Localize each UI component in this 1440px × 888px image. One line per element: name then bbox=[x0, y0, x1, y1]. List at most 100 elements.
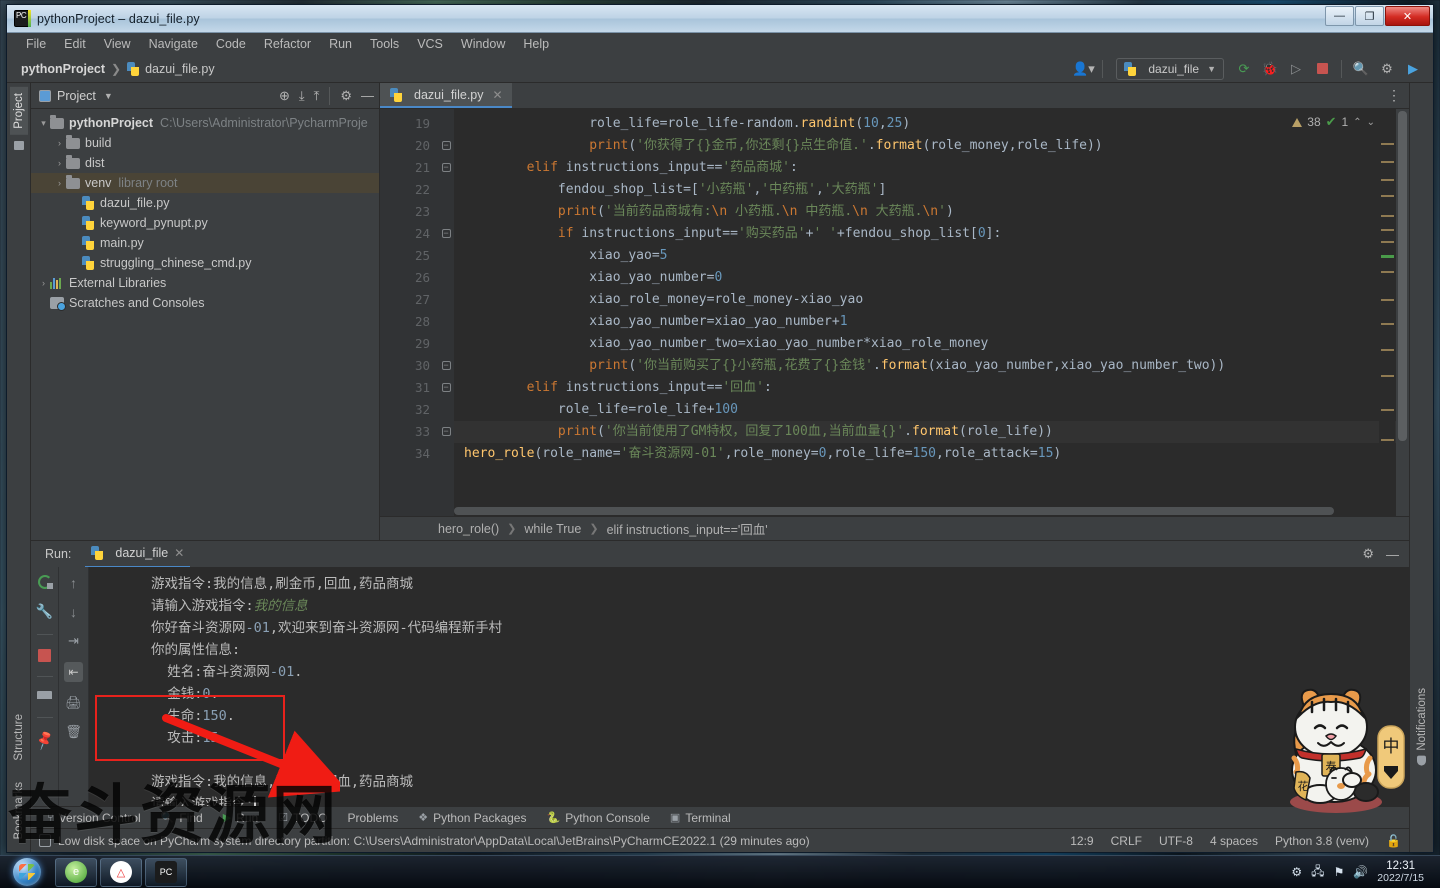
sidebar-item-bookmarks[interactable]: Bookmarks bbox=[10, 776, 28, 846]
code-line[interactable]: role_life=role_life+100 bbox=[454, 399, 1409, 421]
gear-icon[interactable]: ⚙ bbox=[340, 88, 352, 104]
locate-icon[interactable]: ⊕ bbox=[279, 88, 290, 104]
flag-icon[interactable]: ⚑ bbox=[1334, 865, 1345, 879]
expand-arrow-icon[interactable]: ▾ bbox=[37, 118, 50, 129]
hscrollbar-thumb[interactable] bbox=[454, 507, 1334, 515]
maximize-button[interactable]: ❐ bbox=[1355, 6, 1384, 26]
line-separator[interactable]: CRLF bbox=[1111, 834, 1142, 848]
inspection-widget[interactable]: 38 ✔ 1 ⌃ ⌄ bbox=[1292, 114, 1375, 130]
code-line[interactable]: fendou_shop_list=['小药瓶','中药瓶','大药瓶'] bbox=[454, 179, 1409, 201]
fold-marker-icon[interactable]: − bbox=[438, 421, 454, 443]
console-output[interactable]: 游戏指令:我的信息,刷金币,回血,药品商城 请输入游戏指令:我的信息 你好奋斗资源网… bbox=[89, 567, 1409, 806]
python-interpreter[interactable]: Python 3.8 (venv) bbox=[1275, 834, 1369, 848]
minimize-button[interactable]: — bbox=[1325, 6, 1354, 26]
soft-wrap-icon[interactable]: ⇥ bbox=[68, 633, 79, 649]
menu-file[interactable]: File bbox=[17, 35, 55, 53]
stop-icon[interactable] bbox=[38, 649, 51, 662]
hide-icon[interactable]: — bbox=[361, 88, 374, 103]
menu-navigate[interactable]: Navigate bbox=[140, 35, 207, 53]
more-options-icon[interactable]: ⋮ bbox=[1387, 87, 1401, 104]
scrollbar-thumb[interactable] bbox=[1398, 111, 1407, 441]
expand-arrow-icon[interactable]: › bbox=[53, 138, 66, 148]
code-area[interactable]: role_life=role_life-random.randint(10,25… bbox=[454, 109, 1409, 516]
coverage-icon[interactable]: ▷ bbox=[1284, 58, 1308, 80]
run-icon[interactable]: ⟳ bbox=[1232, 58, 1256, 80]
code-folding-gutter[interactable]: − − − − − − bbox=[438, 109, 454, 516]
taskbar-item-360[interactable]: △ bbox=[100, 857, 142, 887]
sidebar-item-project[interactable]: Project bbox=[9, 87, 28, 135]
code-line[interactable]: print('当前药品商城有:\n 小药瓶.\n 中药瓶.\n 大药瓶.\n') bbox=[454, 201, 1409, 223]
taskbar-item-ie[interactable]: e bbox=[55, 857, 97, 887]
tree-node[interactable]: dazui_file.py bbox=[31, 193, 379, 213]
code-line[interactable]: if instructions_input=='购买药品'+' '+fendou… bbox=[454, 223, 1409, 245]
menu-vcs[interactable]: VCS bbox=[408, 35, 452, 53]
profile-icon[interactable]: 👤▾ bbox=[1071, 58, 1095, 80]
chevron-down-icon[interactable]: ▼ bbox=[104, 91, 113, 101]
code-line[interactable]: print('你获得了{}金币,你还剩{}点生命值.'.format(role_… bbox=[454, 135, 1409, 157]
tree-node[interactable]: › External Libraries bbox=[31, 273, 379, 293]
wrench-icon[interactable]: 🔧 bbox=[36, 603, 53, 620]
chevron-up-icon[interactable]: ⌃ bbox=[1353, 117, 1361, 128]
menu-view[interactable]: View bbox=[95, 35, 140, 53]
breadcrumb-while-true[interactable]: while True bbox=[524, 522, 581, 536]
console-input-line[interactable]: 请输入游戏指令: bbox=[151, 793, 1409, 806]
rerun-icon[interactable] bbox=[37, 575, 53, 589]
hide-icon[interactable]: — bbox=[1386, 547, 1399, 562]
chevron-down-icon[interactable]: ⌄ bbox=[1367, 117, 1375, 128]
indent-setting[interactable]: 4 spaces bbox=[1210, 834, 1258, 848]
breadcrumb-file[interactable]: dazui_file.py bbox=[127, 61, 215, 76]
expand-arrow-icon[interactable]: › bbox=[53, 178, 66, 188]
pin-icon[interactable]: 📌 bbox=[33, 729, 56, 752]
status-message-area[interactable]: Low disk space on PyCharm system directo… bbox=[39, 834, 810, 848]
fold-marker-icon[interactable]: − bbox=[438, 223, 454, 245]
scroll-to-end-icon[interactable]: ⇤ bbox=[64, 662, 83, 682]
search-icon[interactable]: 🔍 bbox=[1349, 58, 1373, 80]
taskbar-clock[interactable]: 12:31 2022/7/15 bbox=[1377, 860, 1432, 884]
menu-code[interactable]: Code bbox=[207, 35, 255, 53]
tree-node[interactable]: Scratches and Consoles bbox=[31, 293, 379, 313]
tree-node[interactable]: › build bbox=[31, 133, 379, 153]
code-line[interactable]: xiao_yao_number_two=xiao_yao_number*xiao… bbox=[454, 333, 1409, 355]
stop-icon[interactable] bbox=[1310, 58, 1334, 80]
trash-icon[interactable]: 🗑 bbox=[65, 724, 82, 740]
tool-button-terminal[interactable]: ▣ Terminal bbox=[660, 809, 741, 827]
network-icon[interactable]: 🖧 bbox=[1311, 862, 1324, 883]
gear-icon[interactable]: ⚙ bbox=[1375, 58, 1399, 80]
menu-edit[interactable]: Edit bbox=[55, 35, 95, 53]
fold-marker-icon[interactable]: − bbox=[438, 355, 454, 377]
code-line[interactable]: xiao_yao_number=xiao_yao_number+1 bbox=[454, 311, 1409, 333]
code-line[interactable]: xiao_role_money=role_money-xiao_yao bbox=[454, 289, 1409, 311]
caret-position[interactable]: 12:9 bbox=[1070, 834, 1093, 848]
code-line[interactable]: print('你当前使用了GM特权，回复了100血,当前血量{}'.format… bbox=[454, 421, 1409, 443]
code-line[interactable]: print('你当前购买了{}小药瓶,花费了{}金钱'.format(xiao_… bbox=[454, 355, 1409, 377]
tool-button-version-control[interactable]: ⑂ Version Control bbox=[37, 809, 151, 827]
fold-marker-icon[interactable]: − bbox=[438, 377, 454, 399]
code-line[interactable]: elif instructions_input=='药品商城': bbox=[454, 157, 1409, 179]
file-encoding[interactable]: UTF-8 bbox=[1159, 834, 1193, 848]
expand-all-icon[interactable]: ⤓ bbox=[299, 88, 305, 104]
close-icon[interactable]: ✕ bbox=[174, 546, 184, 560]
arrow-down-icon[interactable]: ↓ bbox=[70, 604, 77, 620]
close-button[interactable]: ✕ bbox=[1385, 6, 1430, 26]
sidebar-item-notifications[interactable]: Notifications bbox=[1413, 682, 1431, 772]
project-tree[interactable]: ▾ pythonProject C:\Users\Administrator\Pyc… bbox=[31, 109, 379, 540]
fold-marker-icon[interactable]: − bbox=[438, 135, 454, 157]
code-line[interactable]: elif instructions_input=='回血': bbox=[454, 377, 1409, 399]
tree-node[interactable]: ▾ pythonProject C:\Users\Administrator\Pyc… bbox=[31, 113, 379, 133]
tool-button-python-console[interactable]: 🐍 Python Console bbox=[536, 809, 659, 827]
code-line[interactable]: xiao_yao_number=0 bbox=[454, 267, 1409, 289]
breadcrumb-project[interactable]: pythonProject bbox=[21, 62, 105, 76]
code-line[interactable]: xiao_yao=5 bbox=[454, 245, 1409, 267]
editor-horizontal-scrollbar[interactable] bbox=[454, 506, 1382, 516]
menu-help[interactable]: Help bbox=[514, 35, 558, 53]
tool-button-problems[interactable]: Problems bbox=[338, 809, 409, 827]
arrow-up-icon[interactable]: ↑ bbox=[70, 575, 77, 591]
editor-vertical-scrollbar[interactable] bbox=[1396, 109, 1409, 516]
tool-button-find[interactable]: 🔍 Find bbox=[151, 809, 213, 827]
expand-arrow-icon[interactable]: › bbox=[53, 158, 66, 168]
layout-icon[interactable] bbox=[37, 691, 52, 703]
lock-icon[interactable]: 🔓 bbox=[1386, 834, 1401, 848]
updates-icon[interactable]: ▶ bbox=[1401, 58, 1425, 80]
menu-tools[interactable]: Tools bbox=[361, 35, 408, 53]
gear-icon[interactable]: ⚙ bbox=[1362, 546, 1374, 562]
